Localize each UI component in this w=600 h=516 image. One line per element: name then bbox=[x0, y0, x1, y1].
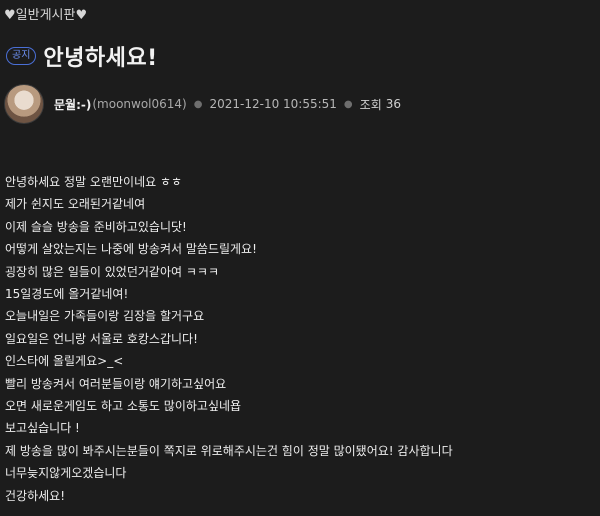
post-title: 안녕하세요! bbox=[43, 46, 158, 71]
views-count: 36 bbox=[385, 97, 402, 111]
author-id: (moonwol0614) bbox=[92, 97, 187, 111]
author-nickname[interactable]: 문월:-) bbox=[54, 96, 91, 113]
separator-dot-icon: ● bbox=[193, 98, 203, 110]
post-meta: 문월:-) (moonwol0614) ● 2021-12-10 10:55:5… bbox=[4, 84, 401, 124]
content-line: 어떻게 살았는지는 나중에 방송켜서 말씀드릴게요! bbox=[5, 242, 257, 257]
content-line: 건강하세요! bbox=[5, 488, 66, 503]
content-line: 빨리 방송켜서 여러분들이랑 얘기하고싶어요 bbox=[5, 376, 227, 391]
notice-badge: 공지 bbox=[6, 47, 37, 65]
separator-dot-icon: ● bbox=[343, 98, 353, 110]
content-line: 일요일은 언니랑 서울로 호캉스갑니다! bbox=[5, 331, 198, 346]
content-line: 굉장히 많은 일들이 있었던거같아여 ㅋㅋㅋ bbox=[5, 264, 219, 279]
views-label: 조회 bbox=[359, 97, 382, 112]
content-line: 보고싶습니다 ! bbox=[5, 421, 80, 436]
content-line: 오늘내일은 가족들이랑 김장을 할거구요 bbox=[5, 309, 205, 324]
post-date: 2021-12-10 10:55:51 bbox=[209, 97, 337, 111]
content-line: 제가 쉰지도 오래된거같네여 bbox=[5, 197, 146, 212]
content-line: 안녕하세요 정말 오랜만이네요 ㅎㅎ bbox=[5, 175, 183, 189]
post-header: 공지 안녕하세요! bbox=[6, 40, 158, 72]
board-name[interactable]: ♥일반게시판♥ bbox=[4, 4, 87, 23]
content-line: 15일경도에 올거같네여! bbox=[5, 287, 129, 302]
content-line: 제 방송을 많이 봐주시는분들이 쪽지로 위로해주시는건 힘이 정말 많이됐어요… bbox=[5, 443, 453, 458]
content-line: 이제 슬슬 방송을 준비하고있습니닷! bbox=[5, 219, 187, 234]
avatar[interactable] bbox=[4, 84, 44, 124]
content-line: 오면 새로운게임도 하고 소통도 많이하고싶네욥 bbox=[5, 399, 242, 414]
content-line: 너무늦지않게오겠습니다 bbox=[5, 466, 127, 481]
content-line: 인스타에 올릴게요>_< bbox=[5, 354, 124, 369]
post-content: 안녕하세요 정말 오랜만이네요 ㅎㅎ 제가 쉰지도 오래된거같네여 이제 슬슬 … bbox=[5, 171, 595, 507]
